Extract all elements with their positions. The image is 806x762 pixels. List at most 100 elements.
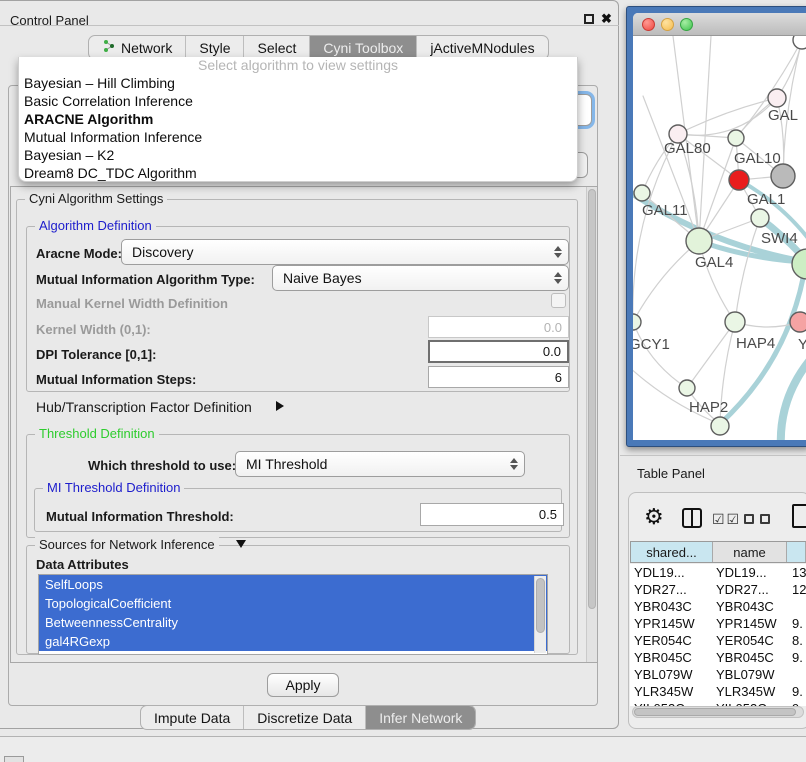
stepper-arrows-icon	[550, 246, 566, 258]
algorithm-option-bayesian-hill-climbing[interactable]: Bayesian – Hill Climbing	[19, 74, 577, 92]
table-cell: YPR145W	[630, 615, 712, 632]
network-edge[interactable]	[781, 354, 806, 440]
tab-label: Style	[199, 36, 230, 60]
network-node-gal1[interactable]	[729, 170, 749, 190]
gear-icon[interactable]: ⚙	[644, 505, 664, 529]
manual-kernel-width-checkbox[interactable]	[551, 293, 566, 308]
table-row[interactable]: YBR045CYBR045C9.	[630, 649, 806, 666]
panel-separator	[620, 455, 806, 456]
network-canvas[interactable]: GALGAL80GAL10GAL1GAL11SWI4GAL4GCY1HAP4YH…	[633, 36, 806, 440]
network-node-gal10[interactable]	[728, 130, 744, 146]
scrollbar-thumb[interactable]	[588, 189, 596, 609]
attribute-item-selfloops[interactable]: SelfLoops	[39, 575, 547, 594]
table-cell: YBR045C	[712, 649, 786, 666]
expand-arrow-icon[interactable]	[276, 401, 284, 411]
network-node-gal4[interactable]	[686, 228, 712, 254]
stepper-arrows-icon	[506, 458, 522, 470]
network-node-gal11[interactable]	[634, 185, 650, 201]
network-node[interactable]	[793, 36, 806, 49]
table-cell: YDL19...	[712, 564, 786, 581]
zoom-traffic-light-icon[interactable]	[680, 18, 693, 31]
unselect-checkbox-icon[interactable]	[760, 514, 770, 524]
mi-threshold-label: Mutual Information Threshold:	[46, 509, 234, 524]
close-icon[interactable]: ✖	[601, 11, 612, 27]
network-window-titlebar[interactable]	[633, 13, 806, 36]
table-row[interactable]: YDR27...YDR27...12...	[630, 581, 806, 598]
algorithm-option-aracne-algorithm[interactable]: ARACNE Algorithm	[19, 110, 577, 128]
which-threshold-value: MI Threshold	[246, 456, 506, 472]
algorithm-option-basic-correlation-inference[interactable]: Basic Correlation Inference	[19, 92, 577, 110]
table-row[interactable]: YDL19...YDL19...13...	[630, 564, 806, 581]
network-node-swi4[interactable]	[751, 209, 769, 227]
algorithm-option-mutual-information-inference[interactable]: Mutual Information Inference	[19, 128, 577, 146]
float-window-icon[interactable]	[584, 14, 594, 24]
attributes-scrollbar[interactable]	[534, 576, 546, 653]
table-cell: YDR27...	[712, 581, 786, 598]
network-edge[interactable]	[633, 241, 699, 322]
unselect-checkbox-icon[interactable]	[744, 514, 754, 524]
settings-vertical-scrollbar[interactable]	[586, 187, 597, 662]
close-traffic-light-icon[interactable]	[642, 18, 655, 31]
network-node-gcy1[interactable]	[633, 314, 641, 330]
dpi-tolerance-field[interactable]: 0.0	[428, 340, 569, 363]
scrollbar-thumb[interactable]	[634, 708, 796, 716]
mi-steps-field[interactable]: 6	[428, 366, 569, 388]
table-cell: YER054C	[712, 632, 786, 649]
mi-algorithm-type-select[interactable]: Naive Bayes	[272, 265, 569, 291]
network-node[interactable]	[771, 164, 795, 188]
network-edge[interactable]	[735, 218, 760, 322]
network-edge[interactable]	[699, 36, 711, 241]
table-rows: YDL19...YDL19...13...YDR27...YDR27...12.…	[630, 564, 806, 706]
table-cell: 9.	[786, 615, 806, 632]
table-row[interactable]: YER054CYER054C8.	[630, 632, 806, 649]
document-icon[interactable]	[792, 504, 806, 528]
column-header-clipped[interactable]	[787, 542, 806, 562]
node-label-hap4: HAP4	[736, 335, 775, 352]
kernel-width-field[interactable]: 0.0	[428, 316, 569, 338]
collapse-arrow-icon[interactable]	[236, 540, 246, 548]
node-table: shared...name	[630, 541, 806, 563]
attribute-item-gal4rgexp[interactable]: gal4RGexp	[39, 632, 547, 651]
table-cell: YDR27...	[630, 581, 712, 598]
algorithm-option-dream8-dc-tdc-algorithm[interactable]: Dream8 DC_TDC Algorithm	[19, 164, 577, 182]
aracne-mode-select[interactable]: Discovery	[121, 239, 569, 265]
select-all-checkboxes-icon[interactable]: ☑☑	[712, 511, 741, 528]
scrollbar-thumb[interactable]	[536, 578, 545, 633]
columns-icon[interactable]	[682, 508, 702, 528]
tab-discretize-data[interactable]: Discretize Data	[243, 706, 365, 729]
column-header-shared[interactable]: shared...	[631, 542, 713, 562]
hub-definition-label: Hub/Transcription Factor Definition	[36, 399, 252, 415]
network-node-gal[interactable]	[768, 89, 786, 107]
algorithm-option-bayesian-k2[interactable]: Bayesian – K2	[19, 146, 577, 164]
table-row[interactable]: YBR043CYBR043C	[630, 598, 806, 615]
table-row[interactable]: YLR345WYLR345W9.	[630, 683, 806, 700]
apply-button[interactable]: Apply	[267, 673, 339, 697]
network-node-hap4[interactable]	[725, 312, 745, 332]
table-row[interactable]: YPR145WYPR145W9.	[630, 615, 806, 632]
tab-style[interactable]: Style	[185, 36, 243, 59]
kernel-width-value: 0.0	[544, 320, 562, 335]
table-horizontal-scrollbar[interactable]	[632, 706, 804, 718]
network-icon	[102, 36, 116, 60]
mini-panel-icon[interactable]	[4, 756, 24, 762]
network-edge[interactable]	[633, 134, 678, 322]
which-threshold-select[interactable]: MI Threshold	[235, 451, 525, 477]
tab-cyni-toolbox[interactable]: Cyni Toolbox	[309, 36, 416, 59]
network-node-hap2[interactable]	[679, 380, 695, 396]
tab-select[interactable]: Select	[243, 36, 309, 59]
attribute-item-topologicalcoefficient[interactable]: TopologicalCoefficient	[39, 594, 547, 613]
tab-label: Select	[257, 36, 296, 60]
attribute-item-betweennesscentrality[interactable]: BetweennessCentrality	[39, 613, 547, 632]
column-header-name[interactable]: name	[713, 542, 787, 562]
table-row[interactable]: YBL079WYBL079W	[630, 666, 806, 683]
minimize-traffic-light-icon[interactable]	[661, 18, 674, 31]
tab-network[interactable]: Network	[89, 36, 185, 59]
tab-infer-network[interactable]: Infer Network	[365, 706, 475, 729]
tab-impute-data[interactable]: Impute Data	[141, 706, 243, 729]
network-node[interactable]	[711, 417, 729, 435]
tab-jactivemnodules[interactable]: jActiveMNodules	[416, 36, 547, 59]
mi-threshold-field[interactable]: 0.5	[420, 503, 564, 526]
table-cell: YPR145W	[712, 615, 786, 632]
network-node-y[interactable]	[790, 312, 806, 332]
network-node[interactable]	[792, 249, 806, 279]
